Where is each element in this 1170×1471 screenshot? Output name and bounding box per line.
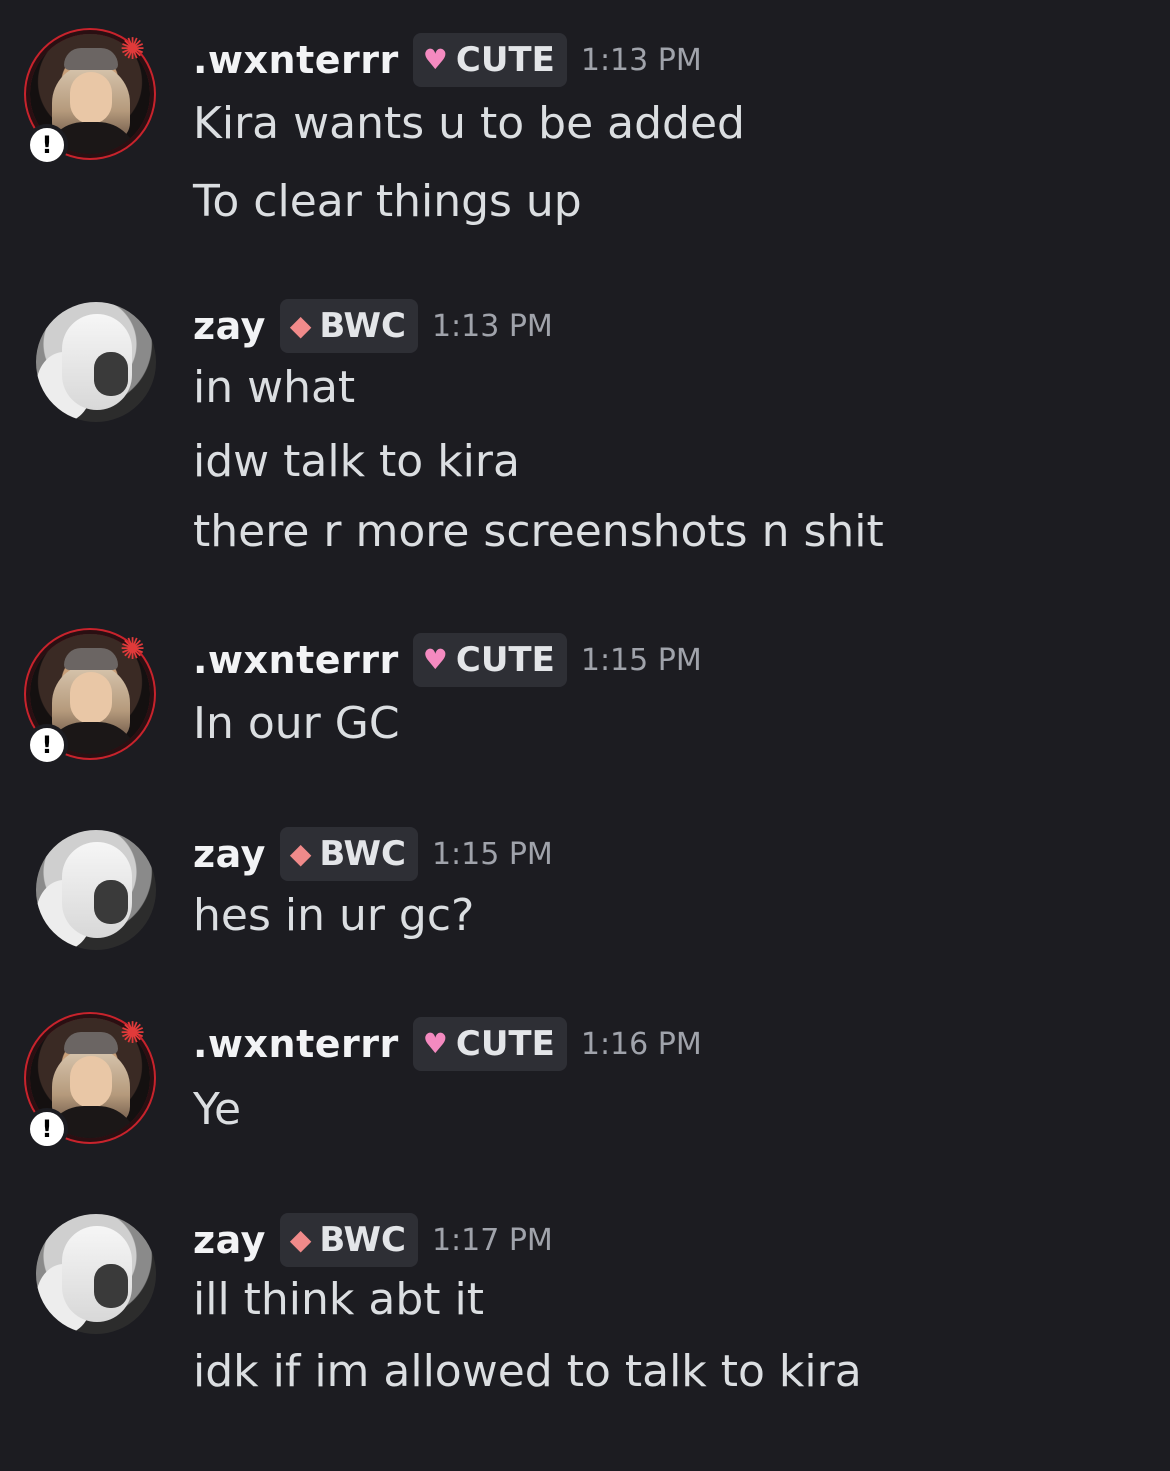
timestamp: 1:13 PM (431, 308, 553, 344)
user-avatar-wxnterrr[interactable]: ✺ ! (24, 28, 170, 174)
guild-tag-label: BWC (319, 306, 406, 346)
message-header: zay ◆ BWC 1:15 PM (193, 826, 553, 882)
message-text: In our GC (193, 698, 400, 749)
username[interactable]: .wxnterrr (193, 38, 399, 82)
guild-tag-label: CUTE (455, 1024, 555, 1064)
user-avatar-wxnterrr[interactable]: ✺ ! (24, 628, 170, 774)
message-text: Ye (193, 1084, 242, 1135)
user-avatar-zay[interactable] (24, 1210, 170, 1356)
pink-heart-icon: ♥ (422, 643, 448, 676)
message-list: ✺ ! .wxnterrr ♥ CUTE 1:13 PM Kira wants … (0, 0, 1170, 1471)
message-header: .wxnterrr ♥ CUTE 1:16 PM (193, 1016, 702, 1072)
pink-heart-icon: ♥ (422, 43, 448, 76)
message-text: ill think abt it (193, 1274, 484, 1325)
exclamation-icon: ! (26, 724, 68, 766)
guild-tag-label: BWC (319, 834, 406, 874)
exclamation-icon: ! (26, 1108, 68, 1150)
guild-tag-label: CUTE (455, 640, 555, 680)
exclamation-icon: ! (26, 124, 68, 166)
guild-tag[interactable]: ◆ BWC (279, 299, 418, 353)
timestamp: 1:13 PM (580, 42, 702, 78)
message-text: Kira wants u to be added (193, 98, 745, 149)
message-text: hes in ur gc? (193, 890, 475, 941)
guild-tag-label: CUTE (455, 40, 555, 80)
avatar[interactable] (36, 302, 156, 422)
username[interactable]: zay (193, 304, 266, 348)
guild-tag[interactable]: ♥ CUTE (412, 1017, 567, 1071)
message-text: idw talk to kira (193, 436, 520, 487)
gem-icon: ◆ (289, 1223, 312, 1256)
avatar[interactable] (36, 830, 156, 950)
timestamp: 1:15 PM (431, 836, 553, 872)
user-avatar-zay[interactable] (24, 826, 170, 972)
guild-tag[interactable]: ♥ CUTE (412, 633, 567, 687)
message-header: zay ◆ BWC 1:17 PM (193, 1212, 553, 1268)
guild-tag[interactable]: ◆ BWC (279, 1213, 418, 1267)
message-text: in what (193, 362, 356, 413)
message-text: To clear things up (193, 176, 582, 227)
message-text: idk if im allowed to talk to kira (193, 1346, 862, 1397)
user-avatar-zay[interactable] (24, 298, 170, 444)
username[interactable]: zay (193, 832, 266, 876)
message-header: zay ◆ BWC 1:13 PM (193, 298, 553, 354)
timestamp: 1:17 PM (431, 1222, 553, 1258)
gem-icon: ◆ (289, 837, 312, 870)
user-avatar-wxnterrr[interactable]: ✺ ! (24, 1012, 170, 1158)
message-header: .wxnterrr ♥ CUTE 1:15 PM (193, 632, 702, 688)
anger-icon: ✺ (120, 32, 146, 67)
message-header: .wxnterrr ♥ CUTE 1:13 PM (193, 32, 702, 88)
guild-tag-label: BWC (319, 1220, 406, 1260)
pink-heart-icon: ♥ (422, 1027, 448, 1060)
anger-icon: ✺ (120, 632, 146, 667)
avatar[interactable] (36, 1214, 156, 1334)
username[interactable]: zay (193, 1218, 266, 1262)
gem-icon: ◆ (289, 309, 312, 342)
username[interactable]: .wxnterrr (193, 638, 399, 682)
timestamp: 1:15 PM (580, 642, 702, 678)
username[interactable]: .wxnterrr (193, 1022, 399, 1066)
anger-icon: ✺ (120, 1016, 146, 1051)
guild-tag[interactable]: ◆ BWC (279, 827, 418, 881)
message-text: there r more screenshots n shit (193, 506, 884, 557)
guild-tag[interactable]: ♥ CUTE (412, 33, 567, 87)
timestamp: 1:16 PM (580, 1026, 702, 1062)
